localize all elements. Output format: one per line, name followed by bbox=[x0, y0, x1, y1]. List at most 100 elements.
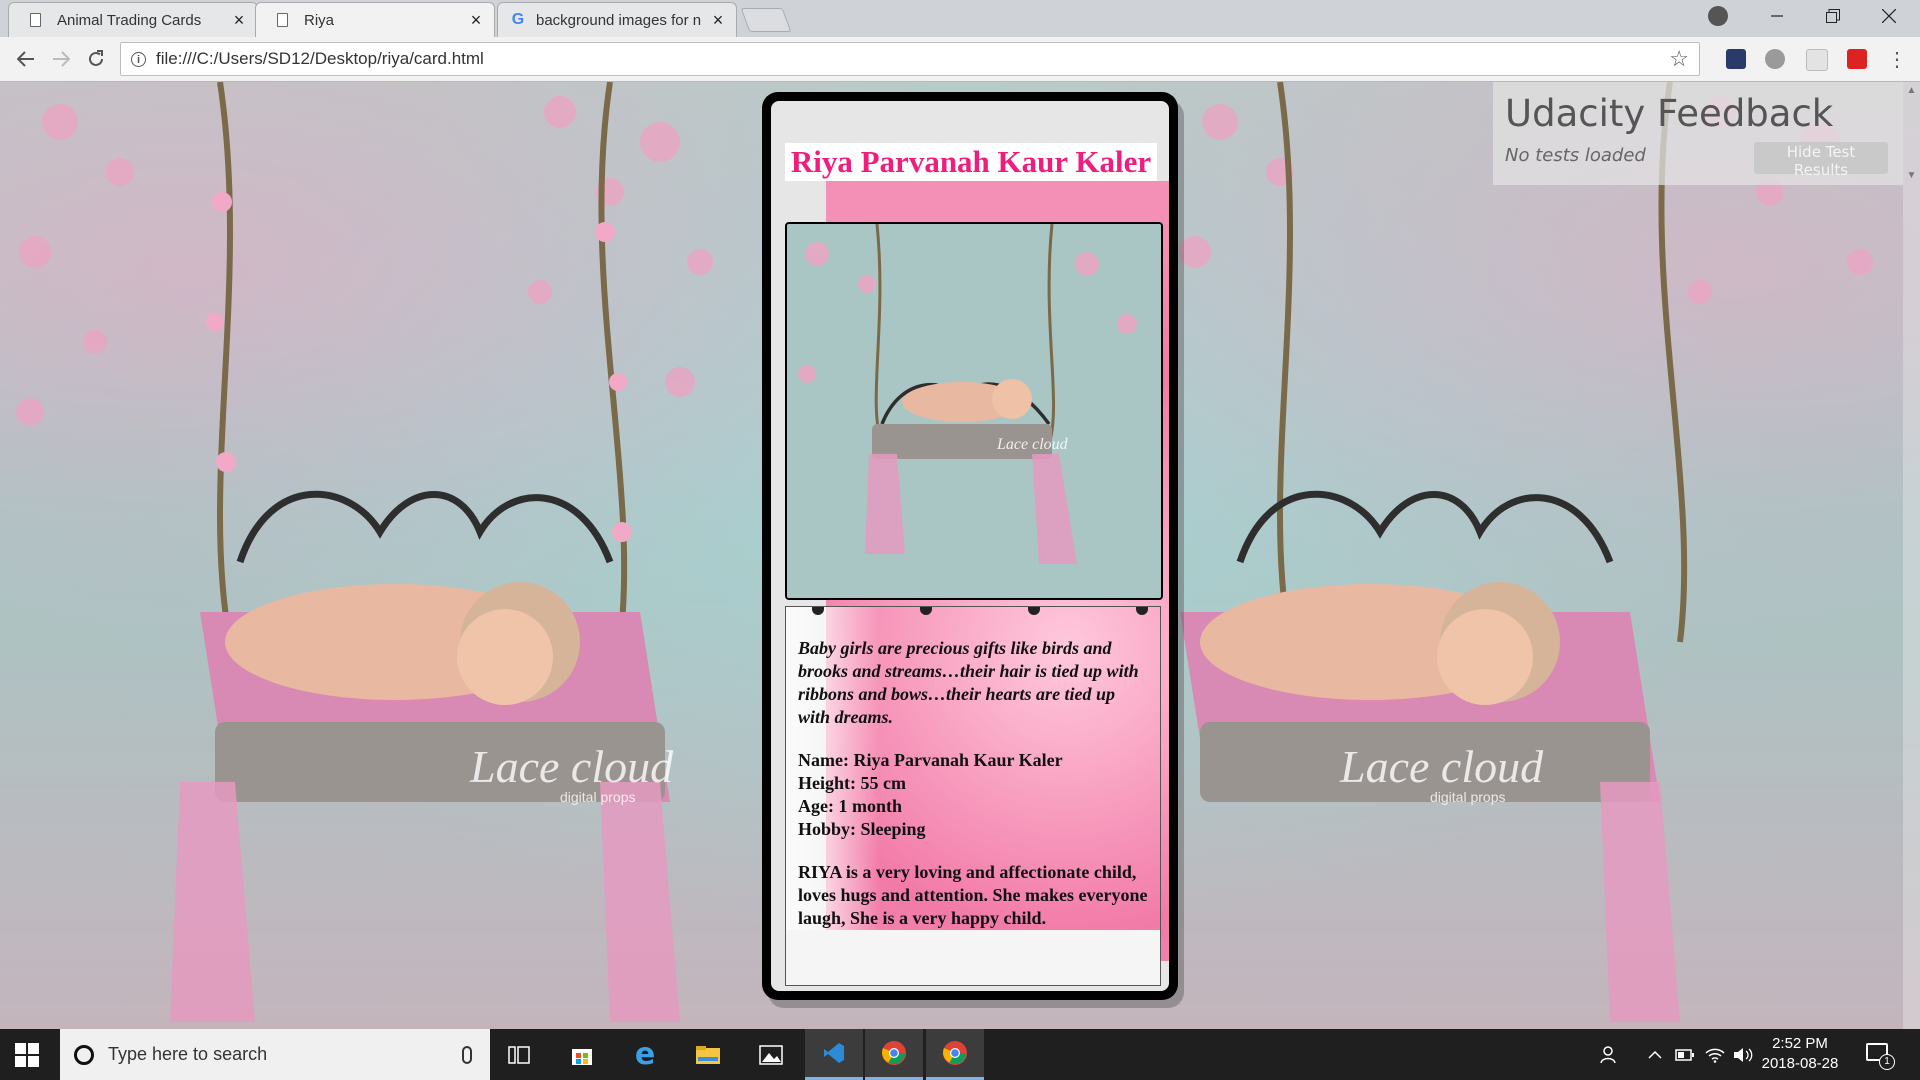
volume-icon[interactable] bbox=[1733, 1029, 1753, 1080]
lamp-decoration bbox=[1028, 607, 1040, 615]
reload-icon bbox=[89, 50, 103, 66]
close-icon[interactable]: × bbox=[464, 10, 488, 31]
fact-name: Name: Riya Parvanah Kaur Kaler bbox=[798, 750, 1063, 770]
tab-background-images[interactable]: G background images for n × bbox=[497, 2, 737, 37]
tab-label: Riya bbox=[304, 11, 335, 29]
people-icon[interactable] bbox=[1600, 1029, 1622, 1080]
fact-age: Age: 1 month bbox=[798, 796, 902, 816]
floor-decoration bbox=[786, 930, 1160, 985]
udacity-feedback-panel: Udacity Feedback No tests loaded Hide Te… bbox=[1493, 82, 1903, 185]
taskbar-search[interactable]: Type here to search bbox=[60, 1029, 490, 1080]
watermark-subtext: digital props bbox=[1430, 789, 1506, 805]
file-explorer-button[interactable] bbox=[679, 1029, 737, 1080]
clock-date: 2018-08-28 bbox=[1761, 1055, 1839, 1072]
edge-button[interactable]: e bbox=[616, 1029, 674, 1080]
vscode-icon bbox=[824, 1043, 844, 1063]
scroll-down-icon[interactable]: ▼ bbox=[1903, 167, 1920, 184]
chrome-icon bbox=[943, 1041, 967, 1065]
lamp-decoration bbox=[920, 607, 932, 615]
close-icon[interactable]: × bbox=[706, 10, 730, 31]
microphone-icon[interactable] bbox=[462, 1045, 472, 1064]
hide-test-results-button[interactable]: Hide Test Results bbox=[1754, 142, 1888, 179]
chrome-button[interactable] bbox=[865, 1029, 923, 1080]
tab-riya[interactable]: Riya × bbox=[255, 2, 495, 37]
extension-icon[interactable] bbox=[1806, 49, 1828, 71]
card-photo: Lace cloud bbox=[785, 222, 1163, 600]
trading-card: Riya Parvanah Kaur Kaler Lace cloud Baby… bbox=[762, 92, 1178, 1000]
watermark-text: Lace cloud bbox=[996, 436, 1069, 453]
description-text: Baby girls are precious gifts like birds… bbox=[798, 637, 1150, 930]
page-viewport: Lace cloud digital props Lace cloud digi… bbox=[0, 82, 1920, 1029]
wifi-icon[interactable] bbox=[1705, 1029, 1725, 1080]
photos-icon bbox=[759, 1044, 783, 1065]
store-icon bbox=[572, 1048, 592, 1065]
extension-icon[interactable] bbox=[1847, 49, 1867, 69]
url-text[interactable]: file:///C:/Users/SD12/Desktop/riya/card.… bbox=[156, 49, 1669, 69]
back-arrow-icon bbox=[17, 51, 34, 67]
windows-taskbar: Type here to search e 2:52 PM 2018-08-28… bbox=[0, 1029, 1920, 1080]
minimize-button[interactable] bbox=[1749, 0, 1805, 32]
feedback-title: Udacity Feedback bbox=[1505, 92, 1834, 135]
scroll-up-icon[interactable]: ▲ bbox=[1903, 82, 1920, 99]
card-body: Riya Parvanah Kaur Kaler Lace cloud Baby… bbox=[771, 101, 1169, 991]
new-tab-button[interactable] bbox=[740, 8, 792, 32]
battery-icon[interactable] bbox=[1675, 1029, 1695, 1080]
watermark-text: Lace cloud bbox=[469, 741, 674, 792]
chrome-icon bbox=[882, 1041, 906, 1065]
page-icon bbox=[274, 12, 290, 28]
card-facts: Name: Riya Parvanah Kaur Kaler Height: 5… bbox=[798, 749, 1150, 841]
bookmark-star-icon[interactable]: ☆ bbox=[1669, 46, 1689, 72]
back-button[interactable] bbox=[12, 45, 40, 73]
watermark-text: Lace cloud bbox=[1339, 741, 1544, 792]
watermark-subtext: digital props bbox=[560, 789, 636, 805]
browser-toolbar: i file:///C:/Users/SD12/Desktop/riya/car… bbox=[0, 37, 1920, 82]
chrome-button[interactable] bbox=[926, 1029, 984, 1080]
restore-icon bbox=[1826, 9, 1840, 23]
close-window-icon bbox=[1882, 9, 1896, 23]
task-view-button[interactable] bbox=[490, 1029, 548, 1080]
feedback-status: No tests loaded bbox=[1505, 145, 1646, 166]
windows-start-icon[interactable] bbox=[15, 1043, 39, 1067]
info-icon[interactable]: i bbox=[131, 51, 146, 67]
fact-height: Height: 55 cm bbox=[798, 773, 906, 793]
background-image: Lace cloud digital props bbox=[16, 82, 713, 1022]
card-title: Riya Parvanah Kaur Kaler bbox=[785, 143, 1157, 181]
google-icon: G bbox=[511, 11, 525, 28]
search-placeholder[interactable]: Type here to search bbox=[108, 1044, 462, 1065]
fact-hobby: Hobby: Sleeping bbox=[798, 819, 926, 839]
chrome-menu-icon[interactable]: ⋮ bbox=[1887, 47, 1907, 72]
tab-animal-trading-cards[interactable]: Animal Trading Cards × bbox=[8, 2, 258, 37]
forward-button[interactable] bbox=[47, 45, 75, 73]
profile-icon[interactable] bbox=[1708, 6, 1728, 26]
chevron-up-icon[interactable] bbox=[1648, 1029, 1662, 1080]
vscode-button[interactable] bbox=[805, 1029, 863, 1080]
task-view-icon bbox=[508, 1045, 530, 1064]
address-bar[interactable]: i file:///C:/Users/SD12/Desktop/riya/car… bbox=[120, 42, 1700, 76]
extension-icon[interactable] bbox=[1765, 49, 1785, 69]
card-bio: RIYA is a very loving and affectionate c… bbox=[798, 862, 1148, 928]
minimize-icon bbox=[1771, 15, 1783, 17]
cortana-icon bbox=[74, 1044, 94, 1065]
close-icon[interactable]: × bbox=[227, 10, 251, 31]
tab-label: Animal Trading Cards bbox=[57, 11, 202, 29]
background-image: Lace cloud digital props bbox=[1179, 82, 1873, 1022]
folder-icon bbox=[696, 1045, 720, 1064]
notification-badge: 1 bbox=[1879, 1054, 1895, 1070]
forward-arrow-icon bbox=[53, 51, 70, 67]
edge-icon: e bbox=[634, 1037, 656, 1072]
card-quote: Baby girls are precious gifts like birds… bbox=[798, 638, 1139, 727]
photos-button[interactable] bbox=[742, 1029, 800, 1080]
system-clock[interactable]: 2:52 PM 2018-08-28 bbox=[1760, 1034, 1840, 1074]
card-description: Baby girls are precious gifts like birds… bbox=[785, 606, 1161, 986]
reload-button[interactable] bbox=[82, 45, 110, 73]
clock-time: 2:52 PM bbox=[1772, 1035, 1828, 1052]
restore-button[interactable] bbox=[1805, 0, 1861, 32]
tab-label: background images for n bbox=[536, 11, 702, 29]
store-button[interactable] bbox=[553, 1029, 611, 1080]
baby-photo: Lace cloud bbox=[787, 224, 1161, 598]
tab-strip: Animal Trading Cards × Riya × G backgrou… bbox=[0, 0, 1920, 37]
extension-icon[interactable] bbox=[1726, 49, 1746, 69]
close-window-button[interactable] bbox=[1861, 0, 1917, 32]
scrollbar[interactable]: ▲ ▼ bbox=[1903, 82, 1920, 1029]
page-icon bbox=[27, 12, 43, 28]
